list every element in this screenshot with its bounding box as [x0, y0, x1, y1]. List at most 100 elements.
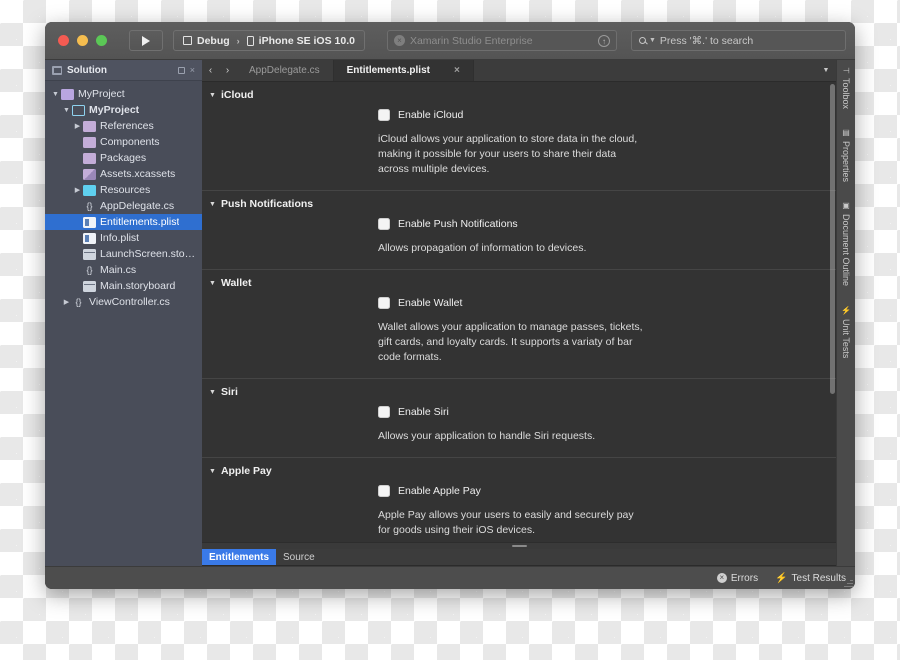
- resize-grip-icon[interactable]: [844, 578, 853, 587]
- info-icon[interactable]: ↑: [597, 34, 610, 47]
- section-header[interactable]: ▼ Wallet: [202, 270, 836, 295]
- tree-item[interactable]: ▶Info.plist: [45, 230, 202, 246]
- disclosure-expanded-icon[interactable]: ▼: [61, 107, 72, 114]
- configuration-selector[interactable]: Debug › iPhone SE iOS 10.0: [173, 30, 365, 51]
- enable-checkbox[interactable]: [378, 109, 390, 121]
- minimize-window-button[interactable]: [77, 35, 88, 46]
- scrollbar-thumb[interactable]: [830, 84, 835, 395]
- disclosure-expanded-icon[interactable]: ▼: [209, 92, 216, 99]
- zoom-window-button[interactable]: [96, 35, 107, 46]
- tree-item[interactable]: ▶Assets.xcassets: [45, 166, 202, 182]
- editor-splitter[interactable]: [202, 542, 836, 549]
- tree-item-label: MyProject: [78, 88, 125, 100]
- disclosure-collapsed-icon[interactable]: ▶: [72, 122, 83, 130]
- device-icon: [246, 35, 254, 46]
- tree-item[interactable]: ▶Components: [45, 134, 202, 150]
- tree-item-label: AppDelegate.cs: [100, 200, 175, 212]
- pad-tab-label: Properties: [841, 141, 851, 183]
- tree-item-label: References: [100, 120, 154, 132]
- search-icon: [638, 37, 646, 44]
- disclosure-expanded-icon[interactable]: ▼: [209, 201, 216, 208]
- plist-file-icon: [83, 216, 96, 228]
- tree-item[interactable]: ▶{}AppDelegate.cs: [45, 198, 202, 214]
- run-button[interactable]: [129, 30, 163, 51]
- document-tab[interactable]: Entitlements.plist ×: [333, 60, 474, 81]
- section-header[interactable]: ▼ Push Notifications: [202, 191, 836, 216]
- tree-item[interactable]: ▶{}Main.cs: [45, 262, 202, 278]
- enable-checkbox-row[interactable]: Enable Apple Pay: [378, 485, 836, 497]
- section-title: Push Notifications: [220, 198, 314, 210]
- solution-icon: [52, 65, 62, 75]
- tree-item[interactable]: ▼ MyProject: [45, 102, 202, 118]
- breadcrumb-separator: ›: [236, 35, 240, 46]
- storyboard-file-icon: [83, 248, 96, 260]
- enable-checkbox[interactable]: [378, 297, 390, 309]
- tree-item[interactable]: ▶ Resources: [45, 182, 202, 198]
- disclosure-expanded-icon[interactable]: ▼: [50, 91, 61, 98]
- pad-close-icon[interactable]: ×: [190, 65, 195, 75]
- status-display[interactable]: × Xamarin Studio Enterprise ↑: [386, 30, 617, 51]
- pad-tab[interactable]: ▤ Properties: [841, 128, 851, 182]
- project-icon: [72, 104, 85, 116]
- editor-bottom-tab[interactable]: Entitlements: [202, 549, 277, 565]
- tree-item[interactable]: ▶Packages: [45, 150, 202, 166]
- pad-tab-label: Document Outline: [841, 214, 851, 287]
- disclosure-expanded-icon[interactable]: ▼: [209, 280, 216, 287]
- section-header[interactable]: ▼ Apple Pay: [202, 458, 836, 483]
- tree-item[interactable]: ▶{} ViewController.cs: [45, 294, 202, 310]
- tab-overflow-menu-icon[interactable]: ▼: [816, 60, 836, 81]
- pad-tab[interactable]: ⊤ Toolbox: [841, 67, 851, 109]
- navigate-back-button[interactable]: ‹: [202, 60, 219, 81]
- enable-checkbox-row[interactable]: Enable Push Notifications: [378, 218, 836, 230]
- tree-item[interactable]: ▼ MyProject: [45, 86, 202, 102]
- section-header[interactable]: ▼ iCloud: [202, 82, 836, 107]
- tree-item[interactable]: ▶Main.storyboard: [45, 278, 202, 294]
- errors-label: Errors: [730, 572, 759, 584]
- references-folder-icon: [83, 120, 96, 132]
- enable-checkbox-row[interactable]: Enable Wallet: [378, 297, 836, 309]
- tree-item[interactable]: ▶LaunchScreen.storyboard: [45, 246, 202, 262]
- tree-item-label: Packages: [100, 152, 147, 164]
- pad-tab[interactable]: ⚡ Unit Tests: [841, 305, 851, 358]
- disclosure-collapsed-icon[interactable]: ▶: [61, 298, 72, 306]
- entitlement-section: ▼ Wallet Enable Wallet Wallet allows your a…: [202, 270, 836, 379]
- enable-checkbox-row[interactable]: Enable iCloud: [378, 109, 836, 121]
- right-pad-strip: ⊤ Toolbox ▤ Properties ▣ Document Outline ⚡ Uni…: [836, 60, 855, 566]
- tree-item[interactable]: ▶ References: [45, 118, 202, 134]
- solution-pad-header: Solution ×: [45, 60, 202, 81]
- pad-tab[interactable]: ▣ Document Outline: [841, 201, 851, 286]
- test-results-button[interactable]: ⚡ Test Results: [775, 573, 846, 584]
- section-body: Enable iCloud iCloud allows your applicat…: [202, 107, 836, 190]
- section-title: Siri: [220, 386, 238, 398]
- editor-bottom-tab[interactable]: Source: [276, 549, 322, 565]
- status-bar: × Errors ⚡ Test Results: [45, 566, 855, 589]
- vertical-scrollbar[interactable]: [830, 84, 835, 540]
- resources-folder-icon: [83, 184, 96, 196]
- errors-pad-button[interactable]: × Errors: [716, 572, 759, 584]
- section-description: Allows your application to handle Siri r…: [378, 430, 596, 442]
- disclosure-expanded-icon[interactable]: ▼: [209, 389, 216, 396]
- navigate-forward-button[interactable]: ›: [219, 60, 236, 81]
- document-tab-label: Entitlements.plist: [346, 65, 430, 76]
- section-title: Apple Pay: [220, 465, 272, 477]
- section-description: iCloud allows your application to store …: [378, 133, 638, 175]
- close-window-button[interactable]: [58, 35, 69, 46]
- search-input[interactable]: ▼ Press '⌘.' to search: [630, 30, 846, 51]
- disclosure-collapsed-icon[interactable]: ▶: [72, 186, 83, 194]
- xamarin-badge-icon: ×: [393, 35, 405, 46]
- disclosure-expanded-icon[interactable]: ▼: [209, 468, 216, 475]
- solution-pad-title: Solution: [67, 64, 107, 76]
- document-tab[interactable]: AppDelegate.cs: [236, 60, 334, 81]
- enable-checkbox[interactable]: [378, 406, 390, 418]
- pad-minimize-button[interactable]: [177, 66, 185, 74]
- solution-icon: [61, 88, 74, 100]
- solution-tree[interactable]: ▼MyProject▼MyProject▶References▶Componen…: [45, 81, 202, 566]
- section-body: Enable Push Notifications Allows propagat…: [202, 216, 836, 269]
- tree-item-label: Assets.xcassets: [100, 168, 176, 180]
- close-tab-icon[interactable]: ×: [454, 65, 460, 76]
- tree-item[interactable]: ▶Entitlements.plist: [45, 214, 202, 230]
- section-header[interactable]: ▼ Siri: [202, 379, 836, 404]
- enable-checkbox[interactable]: [378, 218, 390, 230]
- enable-checkbox-row[interactable]: Enable Siri: [378, 406, 836, 418]
- enable-checkbox[interactable]: [378, 485, 390, 497]
